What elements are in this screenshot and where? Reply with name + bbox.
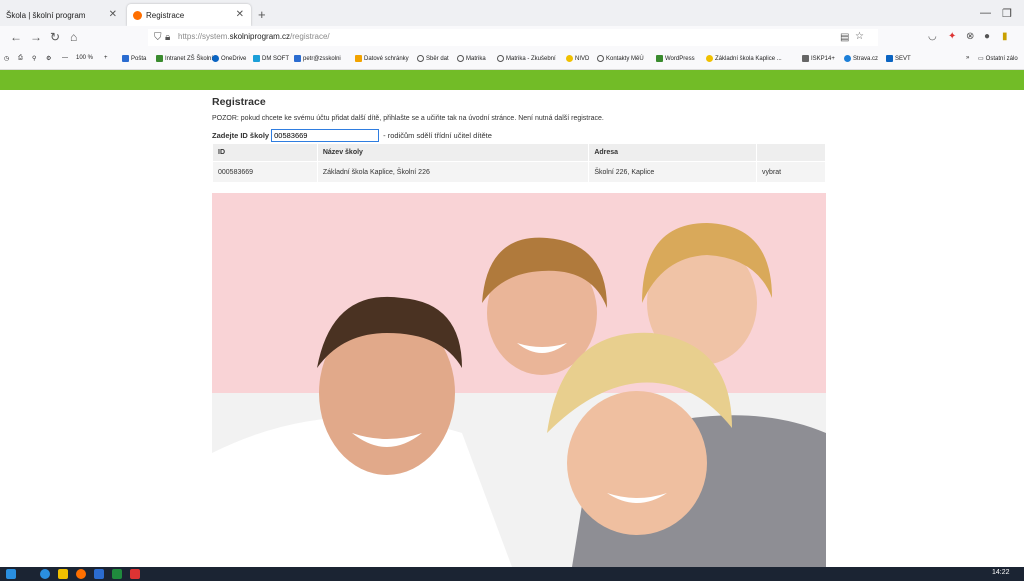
globe-icon: [597, 55, 604, 62]
tab-label: Škola | školní program: [6, 10, 86, 20]
globe-icon: [497, 55, 504, 62]
restore-button[interactable]: ❐: [1002, 7, 1012, 20]
history-icon[interactable]: ◷: [4, 55, 9, 62]
folder-icon: ▭: [978, 56, 984, 62]
word-icon[interactable]: [94, 569, 104, 579]
bookmark-datove-schranky[interactable]: Datové schránky: [355, 55, 409, 62]
pocket-icon[interactable]: ◡: [928, 31, 937, 42]
new-tab-button[interactable]: +: [258, 7, 266, 22]
select-school-link[interactable]: vybrat: [756, 161, 826, 183]
chevron-right-icon[interactable]: »: [966, 55, 969, 61]
cell-address: Školní 226, Kaplice: [588, 161, 758, 183]
tab-label: Registrace: [146, 10, 185, 20]
schools-table: ID Název školy Adresa 000583669 Základní…: [212, 143, 826, 183]
bookmark-wordpress[interactable]: WordPress: [656, 55, 695, 62]
table-header-row: ID Název školy Adresa: [212, 143, 826, 162]
mail-icon: [122, 55, 129, 62]
bookmark-zs-kaplice[interactable]: Základní škola Kaplice ...: [706, 55, 782, 62]
table-row: 000583669 Základní škola Kaplice, Školní…: [212, 161, 826, 183]
home-icon[interactable]: ⌂: [70, 30, 77, 44]
globe-icon: [457, 55, 464, 62]
bookmarks-toolbar: ◷ ⎙ ⚲ ⚙ — 100 % + Pošta Intranet ZŠ Škol…: [0, 49, 1024, 70]
column-header-action: [756, 143, 826, 162]
bookmark-matrika[interactable]: Matrika: [457, 55, 486, 62]
close-icon[interactable]: ✕: [109, 9, 117, 20]
favicon-icon: [133, 10, 142, 20]
site-icon: [156, 55, 163, 62]
address-bar[interactable]: ⛉ 🔒︎ https://system.skolniprogram.cz/reg…: [148, 29, 878, 46]
shield-icon[interactable]: ⛉: [154, 32, 162, 43]
settings-icon[interactable]: ⚙: [46, 55, 51, 62]
reader-view-icon[interactable]: ▤: [840, 32, 849, 43]
bookmark-posta[interactable]: Pošta: [122, 55, 146, 62]
bookmark-matrika-zkusebni[interactable]: Matrika - Zkušební: [497, 55, 556, 62]
site-header-bar: [0, 70, 1024, 90]
back-icon[interactable]: ←: [10, 30, 22, 44]
site-icon: [886, 55, 893, 62]
column-header-name: Název školy: [316, 143, 590, 162]
close-icon[interactable]: ✕: [236, 9, 244, 20]
school-id-input[interactable]: [271, 129, 380, 142]
forward-icon[interactable]: →: [30, 30, 42, 44]
site-icon: [253, 55, 260, 62]
school-id-label: Zadejte ID školy: [212, 131, 270, 140]
bookmark-onedrive[interactable]: OneDrive: [212, 55, 246, 62]
tab-skola[interactable]: Škola | školní program ✕: [0, 4, 124, 26]
navigation-bar: ← → ↻ ⌂ ⛉ 🔒︎ https://system.skolniprogra…: [0, 26, 1024, 49]
column-header-address: Adresa: [588, 143, 758, 162]
zoom-in-icon[interactable]: +: [104, 55, 108, 61]
bookmark-star-icon[interactable]: ☆: [855, 31, 864, 42]
notice-text: POZOR: pokud chcete ke svému účtu přidat…: [212, 115, 604, 122]
star-icon: [566, 55, 573, 62]
extension-icon[interactable]: ⊗: [966, 31, 974, 42]
bookmark-dmsoft[interactable]: DM SOFT: [253, 55, 289, 62]
edge-icon[interactable]: [40, 569, 50, 579]
family-illustration: [212, 223, 826, 567]
bookmark-petr[interactable]: petr@zsskolni: [294, 55, 341, 62]
acrobat-icon[interactable]: [130, 569, 140, 579]
zoom-out-icon[interactable]: —: [62, 55, 68, 61]
lock-icon[interactable]: 🔒︎: [165, 32, 170, 43]
minimize-button[interactable]: —: [980, 7, 991, 19]
star-icon: [706, 55, 713, 62]
school-id-row: Zadejte ID školy - rodičům sdělí třídní …: [212, 129, 492, 142]
folder-icon: [355, 55, 362, 62]
excel-icon[interactable]: [112, 569, 122, 579]
bookmark-nivd[interactable]: NIVD: [566, 55, 589, 62]
reload-icon[interactable]: ↻: [50, 30, 60, 44]
cell-id: 000583669: [212, 161, 318, 183]
zoom-level[interactable]: 100 %: [76, 55, 93, 61]
extension-icon[interactable]: ●: [984, 31, 990, 42]
bookmark-sber-dat[interactable]: Sběr dat: [417, 55, 449, 62]
bookmark-sevt[interactable]: SEVT: [886, 55, 911, 62]
bookmark-iskp14[interactable]: ISKP14+: [802, 55, 835, 62]
bookmark-strava[interactable]: Strava.cz: [844, 55, 878, 62]
school-id-hint: - rodičům sdělí třídní učitel dítěte: [383, 131, 492, 140]
site-icon: [802, 55, 809, 62]
tab-strip: Škola | školní program ✕ Registrace ✕ + …: [0, 0, 1024, 26]
search-icon[interactable]: ⚲: [32, 55, 36, 62]
site-icon: [656, 55, 663, 62]
extension-icon[interactable]: ✦: [948, 31, 956, 42]
windows-start-icon[interactable]: [6, 569, 16, 579]
cell-name: Základní škola Kaplice, Školní 226: [316, 161, 590, 183]
site-icon: [844, 55, 851, 62]
extension-icon[interactable]: ▮: [1002, 31, 1008, 42]
firefox-icon[interactable]: [76, 569, 86, 579]
print-icon[interactable]: ⎙: [18, 55, 23, 62]
page-title: Registrace: [212, 96, 266, 108]
bookmark-intranet[interactable]: Intranet ZŠ Školní: [156, 55, 213, 62]
clock[interactable]: 14:22: [992, 569, 1010, 576]
other-bookmarks[interactable]: ▭ Ostatní zálo: [978, 55, 1018, 63]
url-text: https://system.skolniprogram.cz/registra…: [178, 32, 330, 41]
family-photo: [212, 193, 826, 567]
mail-icon: [294, 55, 301, 62]
cloud-icon: [212, 55, 219, 62]
globe-icon: [417, 55, 424, 62]
column-header-id: ID: [212, 143, 318, 162]
tab-registrace[interactable]: Registrace ✕: [127, 4, 251, 26]
explorer-icon[interactable]: [58, 569, 68, 579]
bookmark-kontakty[interactable]: Kontakty MěÚ: [597, 55, 644, 62]
taskbar: 14:22: [0, 567, 1024, 581]
